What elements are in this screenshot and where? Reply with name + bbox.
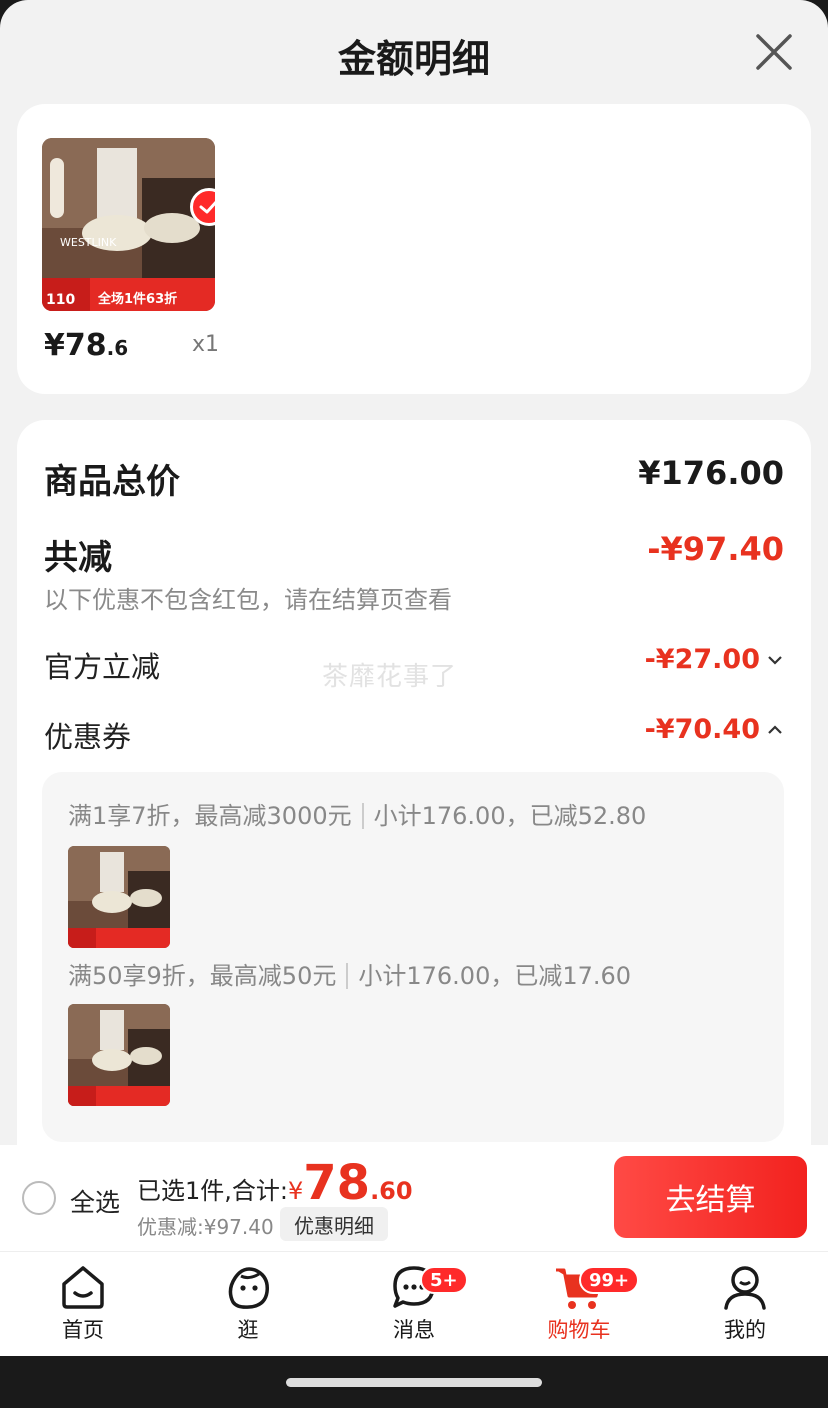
product-price-int: ¥78 [44, 328, 107, 363]
cart-badge: 99+ [579, 1266, 640, 1294]
select-all-label[interactable]: 全选 [70, 1183, 120, 1219]
price-detail-card: 商品总价 ¥176.00 共减 -¥97.40 以下优惠不包含红包，请在结算页查… [17, 420, 811, 1180]
reduce-value: -¥97.40 [647, 530, 784, 568]
official-value: -¥27.00 [644, 644, 760, 675]
coupon-product-thumb[interactable] [68, 1004, 170, 1106]
tab-browse[interactable]: 逛 [188, 1262, 308, 1344]
coupon-label: 优惠券 [44, 720, 132, 754]
coupon-subtotal: 小计176.00，已减17.60 [358, 962, 632, 990]
tab-cart[interactable]: 购物车 99+ [519, 1262, 640, 1344]
coupon-rule: 满50享9折，最高减50元 [68, 962, 337, 990]
home-indicator[interactable] [286, 1378, 542, 1387]
svg-text:110: 110 [46, 292, 75, 308]
official-value-wrap: -¥27.00 [645, 644, 784, 675]
official-label: 官方立减 [44, 650, 161, 684]
tab-label: 首页 [62, 1318, 104, 1342]
discount-amount: 优惠减:¥97.40 [137, 1215, 274, 1239]
coupon-value-wrap: -¥70.40 [645, 714, 784, 745]
product-image[interactable]: WESTLINK 全场1件63折 110 [42, 138, 215, 311]
product-card: WESTLINK 全场1件63折 110 ¥78.6 x1 [17, 104, 811, 394]
checkout-button[interactable]: 去结算 [614, 1156, 807, 1238]
svg-text:全场1件63折: 全场1件63折 [97, 291, 177, 307]
shoe-photo-icon: WESTLINK 全场1件63折 110 [42, 138, 215, 311]
total-label: 商品总价 [44, 462, 180, 502]
official-discount-row[interactable]: 官方立减 -¥27.00 [44, 644, 784, 686]
summary-amount-int: 78 [303, 1155, 371, 1211]
browse-face-icon [228, 1267, 269, 1309]
tab-profile[interactable]: 我的 [685, 1262, 805, 1344]
tab-label: 购物车 [547, 1318, 611, 1342]
product-price: ¥78.6 [44, 328, 128, 363]
tab-home[interactable]: 首页 [23, 1262, 143, 1344]
chevron-up-icon [768, 724, 782, 734]
coupon-rule: 满1享7折，最高减3000元 [68, 802, 352, 830]
summary-yuan: ¥ [287, 1177, 304, 1205]
discount-detail-button[interactable]: 优惠明细 [280, 1207, 388, 1241]
checkout-bar: 全选 已选1件,合计:¥78.60 优惠减:¥97.40 优惠明细 去结算 [0, 1145, 828, 1251]
reduce-label: 共减 [44, 538, 112, 578]
select-all-radio[interactable] [22, 1181, 56, 1215]
page-title: 金额明细 [337, 37, 490, 81]
coupon-row[interactable]: 优惠券 -¥70.40 [44, 714, 784, 756]
chevron-down-icon [768, 655, 782, 665]
product-price-dec: .6 [106, 336, 129, 360]
close-button[interactable] [750, 28, 798, 76]
tab-label: 消息 [393, 1318, 435, 1342]
close-icon [756, 34, 792, 70]
coupon-subtotal: 小计176.00，已减52.80 [373, 802, 647, 830]
product-quantity: x1 [192, 332, 220, 357]
shoe-thumb-icon [68, 1004, 170, 1106]
amount-detail-sheet: 金额明细 WESTLINK 全场1件63折 110 ¥78.6 x1 商品总价 … [0, 0, 828, 1356]
coupon-breakdown: 满1享7折，最高减3000元 小计176.00，已减52.80 满50享9折，最高… [42, 772, 784, 1142]
order-summary: 已选1件,合计:¥78.60 [137, 1155, 413, 1211]
bottom-tab-bar: 首页 逛 消息 5+ 购物车 99+ 我的 [0, 1251, 828, 1356]
summary-prefix: 已选1件,合计: [137, 1177, 288, 1205]
total-value: ¥176.00 [638, 454, 784, 492]
summary-amount-dec: .60 [370, 1177, 413, 1205]
shoe-thumb-icon [68, 846, 170, 948]
coupon-value: -¥70.40 [644, 714, 760, 745]
tab-label: 逛 [237, 1318, 259, 1342]
coupon-line-2: 满50享9折，最高减50元 小计176.00，已减17.60 [68, 956, 631, 991]
tab-label: 我的 [724, 1318, 766, 1342]
profile-icon [724, 1266, 766, 1310]
total-row: 商品总价 ¥176.00 [44, 454, 784, 503]
message-badge: 5+ [420, 1266, 468, 1294]
coupon-product-thumb[interactable] [68, 846, 170, 948]
tab-messages[interactable]: 消息 5+ [354, 1262, 474, 1344]
coupon-line-1: 满1享7折，最高减3000元 小计176.00，已减52.80 [68, 796, 646, 831]
reduce-row: 共减 -¥97.40 [44, 530, 784, 579]
home-icon [62, 1266, 104, 1309]
svg-text:WESTLINK: WESTLINK [60, 236, 117, 249]
reduce-note: 以下优惠不包含红包，请在结算页查看 [44, 586, 452, 614]
